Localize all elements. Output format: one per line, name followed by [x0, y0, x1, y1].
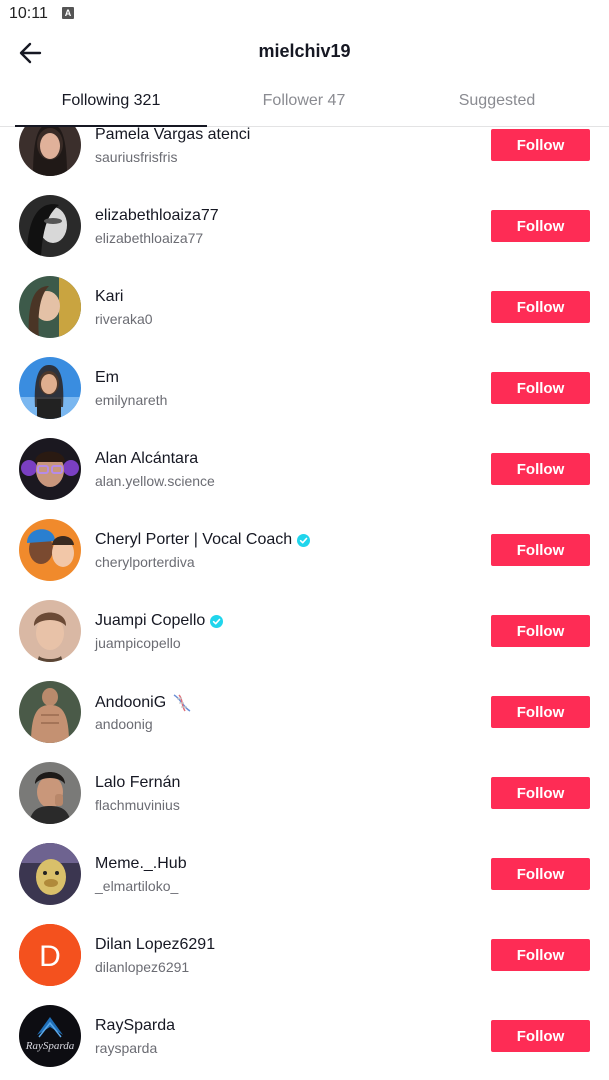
- status-time: 10:11: [9, 5, 48, 22]
- list-item[interactable]: Pamela Vargas atenci sauriusfrisfris Fol…: [0, 127, 609, 195]
- user-name[interactable]: Meme._.Hub: [95, 855, 187, 873]
- user-handle: alan.yellow.science: [95, 473, 215, 489]
- avatar[interactable]: D: [19, 924, 81, 986]
- user-handle: raysparda: [95, 1040, 158, 1056]
- list-item[interactable]: RaySparda RaySparda raysparda Follow: [0, 1005, 609, 1080]
- list-item[interactable]: Em emilynareth Follow: [0, 357, 609, 438]
- user-name[interactable]: Dilan Lopez6291: [95, 936, 215, 954]
- avatar[interactable]: [19, 357, 81, 419]
- tab-suggested[interactable]: Suggested: [401, 78, 593, 126]
- follow-button[interactable]: Follow: [491, 1020, 590, 1052]
- user-handle: juampicopello: [95, 635, 181, 651]
- verified-badge-icon: [210, 614, 224, 628]
- notification-a-icon: A: [62, 7, 74, 19]
- follow-button[interactable]: Follow: [491, 291, 590, 323]
- user-name[interactable]: Alan Alcántara: [95, 450, 198, 468]
- user-name[interactable]: elizabethloaiza77: [95, 207, 219, 225]
- status-bar: 10:11 A: [0, 0, 609, 28]
- list-item[interactable]: Alan Alcántara alan.yellow.science Follo…: [0, 438, 609, 519]
- avatar[interactable]: [19, 127, 81, 176]
- list-item[interactable]: AndooniG andoonig Follow: [0, 681, 609, 762]
- user-name[interactable]: AndooniG: [95, 693, 193, 713]
- user-name[interactable]: Kari: [95, 288, 123, 306]
- user-name[interactable]: Lalo Fernán: [95, 774, 180, 792]
- user-handle: _elmartiloko_: [95, 878, 179, 894]
- top-bar: mielchiv19: [0, 28, 609, 76]
- avatar[interactable]: [19, 195, 81, 257]
- tab-following-label: Following 321: [61, 92, 161, 109]
- avatar[interactable]: [19, 438, 81, 500]
- user-name[interactable]: Pamela Vargas atenci: [95, 127, 250, 144]
- user-name[interactable]: RaySparda: [95, 1017, 175, 1035]
- user-handle: cherylporterdiva: [95, 554, 195, 570]
- avatar[interactable]: [19, 843, 81, 905]
- user-handle: riveraka0: [95, 311, 153, 327]
- follow-button[interactable]: Follow: [491, 453, 590, 485]
- follow-button[interactable]: Follow: [491, 129, 590, 161]
- user-name[interactable]: Juampi Copello: [95, 612, 224, 630]
- tab-follower[interactable]: Follower 47: [208, 78, 400, 126]
- avatar[interactable]: [19, 681, 81, 743]
- avatar-letter: D: [39, 940, 61, 973]
- user-handle: flachmuvinius: [95, 797, 180, 813]
- following-list[interactable]: Pamela Vargas atenci sauriusfrisfris Fol…: [0, 127, 609, 1080]
- user-handle: emilynareth: [95, 392, 168, 408]
- user-handle: sauriusfrisfris: [95, 149, 178, 165]
- tab-bar: Following 321 Follower 47 Suggested: [0, 78, 609, 127]
- follow-button[interactable]: Follow: [491, 696, 590, 728]
- list-item[interactable]: Meme._.Hub _elmartiloko_ Follow: [0, 843, 609, 924]
- follow-button[interactable]: Follow: [491, 210, 590, 242]
- dna-emoji-icon: [171, 693, 193, 713]
- list-item[interactable]: Kari riveraka0 Follow: [0, 276, 609, 357]
- avatar[interactable]: [19, 519, 81, 581]
- follow-button[interactable]: Follow: [491, 858, 590, 890]
- avatar[interactable]: [19, 600, 81, 662]
- follow-button[interactable]: Follow: [491, 939, 590, 971]
- user-handle: elizabethloaiza77: [95, 230, 204, 246]
- avatar[interactable]: RaySparda: [19, 1005, 81, 1067]
- list-item[interactable]: Lalo Fernán flachmuvinius Follow: [0, 762, 609, 843]
- list-item[interactable]: Juampi Copello juampicopello Follow: [0, 600, 609, 681]
- user-name[interactable]: Cheryl Porter | Vocal Coach: [95, 531, 311, 549]
- verified-badge-icon: [297, 533, 311, 547]
- user-handle: andoonig: [95, 716, 153, 732]
- follow-button[interactable]: Follow: [491, 372, 590, 404]
- tab-follower-label: Follower 47: [262, 92, 346, 109]
- follow-button[interactable]: Follow: [491, 777, 590, 809]
- list-item[interactable]: Cheryl Porter | Vocal Coach cherylporter…: [0, 519, 609, 600]
- tab-following[interactable]: Following 321: [15, 78, 207, 127]
- follow-button[interactable]: Follow: [491, 534, 590, 566]
- follow-button[interactable]: Follow: [491, 615, 590, 647]
- user-name[interactable]: Em: [95, 369, 119, 387]
- list-item[interactable]: elizabethloaiza77 elizabethloaiza77 Foll…: [0, 195, 609, 276]
- avatar[interactable]: [19, 762, 81, 824]
- user-handle: dilanlopez6291: [95, 959, 190, 975]
- tab-suggested-label: Suggested: [458, 92, 536, 109]
- avatar-wordmark: RaySparda: [25, 1040, 75, 1052]
- avatar[interactable]: [19, 276, 81, 338]
- list-item[interactable]: D Dilan Lopez6291 dilanlopez6291 Follow: [0, 924, 609, 1005]
- page-title: mielchiv19: [258, 41, 351, 61]
